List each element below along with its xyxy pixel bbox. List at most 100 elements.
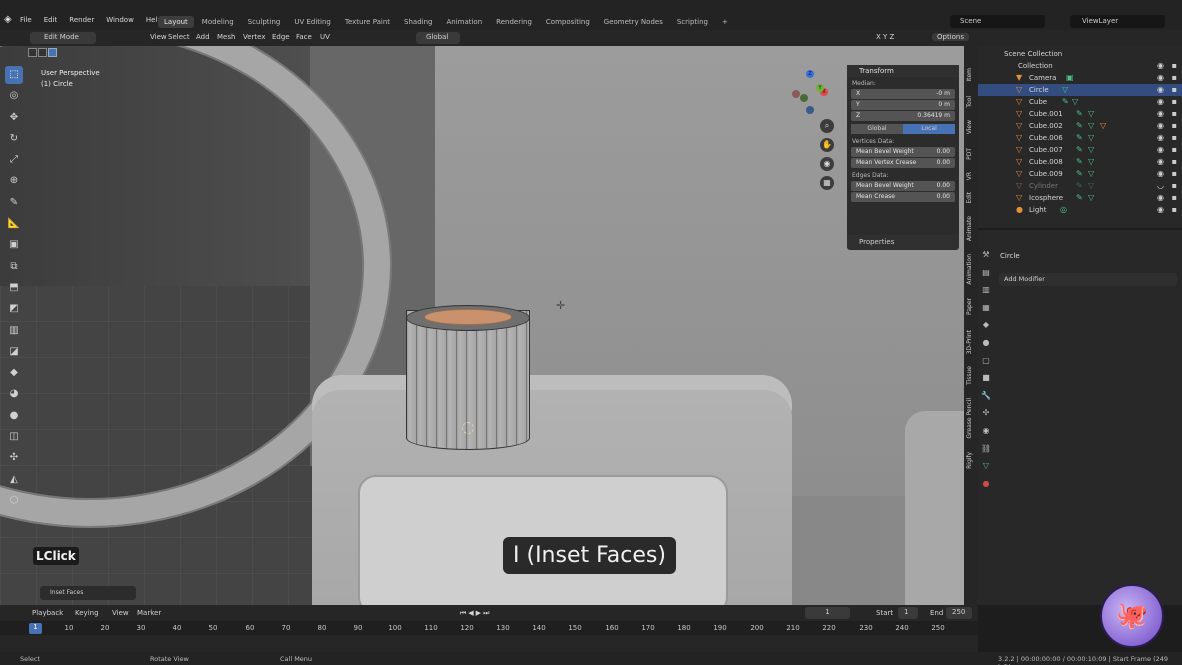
cursor-icon[interactable]: ◎ — [5, 87, 23, 105]
options-button[interactable]: Options — [932, 33, 970, 41]
mesh-data-icon[interactable]: ▽ — [1088, 157, 1094, 166]
playback-controls-icon[interactable]: ⏮◀▶⏭ — [460, 609, 491, 618]
mesh-data-icon[interactable]: ▽ — [1072, 97, 1078, 106]
median-y-field[interactable]: Y 0 m — [851, 100, 955, 110]
menu-file[interactable]: File — [20, 16, 32, 24]
menu-mesh[interactable]: Mesh — [217, 33, 235, 41]
inset-icon[interactable]: ⬒ — [5, 279, 23, 297]
modifier-icon[interactable]: ✎ — [1076, 169, 1083, 178]
tab-vr[interactable]: VR — [966, 172, 973, 180]
knife-icon[interactable]: ◪ — [5, 343, 23, 361]
particles-props-icon[interactable]: ✣ — [980, 408, 992, 420]
mesh-data-icon[interactable]: ▽ — [1088, 109, 1094, 118]
tab-animation[interactable]: Animation — [966, 254, 973, 285]
vertex-select-icon[interactable] — [28, 48, 37, 57]
tab-grease-pencil[interactable]: Grease Pencil — [966, 398, 973, 439]
modifier-icon[interactable]: ✎ — [1076, 109, 1083, 118]
median-x-field[interactable]: X -0 m — [851, 89, 955, 99]
physics-props-icon[interactable]: ◉ — [980, 426, 992, 438]
data-props-icon[interactable]: ▽ — [980, 461, 992, 473]
mesh-data-icon[interactable]: ▽ — [1062, 85, 1068, 94]
poly-build-icon[interactable]: ◆ — [5, 364, 23, 382]
tab-3d-print[interactable]: 3D-Print — [966, 330, 973, 354]
blender-logo-icon[interactable]: ◈ — [4, 14, 16, 26]
eye-icon[interactable]: ◉ — [1157, 157, 1164, 166]
tab-rigify[interactable]: Rigify — [966, 452, 973, 469]
eye-icon[interactable]: ◉ — [1157, 97, 1164, 106]
add-modifier-dropdown[interactable]: Add Modifier — [999, 273, 1177, 286]
outliner-item-cube-006[interactable]: ▽ Cube.006 ✎ ▽ ◉ ▪ — [978, 132, 1182, 144]
median-z-field[interactable]: Z 0.36419 m — [851, 111, 955, 121]
tab-uv-editing[interactable]: UV Editing — [288, 16, 337, 28]
outliner-item-cube-009[interactable]: ▽ Cube.009 ✎ ▽ ◉ ▪ — [978, 168, 1182, 180]
camera-icon[interactable]: ▪ — [1172, 97, 1177, 106]
camera-icon[interactable]: ▪ — [1172, 133, 1177, 142]
start-frame-field[interactable]: 1 — [898, 607, 918, 619]
global-button[interactable]: Global — [851, 124, 903, 134]
modifier-icon[interactable]: ✎ — [1062, 97, 1069, 106]
orientation-dropdown[interactable]: Global — [416, 32, 460, 44]
tab-shading[interactable]: Shading — [398, 16, 438, 28]
rip-icon[interactable]: ⬡ — [5, 492, 23, 510]
tab-animation[interactable]: Animation — [440, 16, 488, 28]
tab-edit[interactable]: Edit — [966, 192, 973, 204]
outliner-item-cylinder[interactable]: ▽ Cylinder ✎ ▽ ◡ ▪ — [978, 180, 1182, 192]
eye-icon[interactable]: ◉ — [1157, 109, 1164, 118]
object-props-icon[interactable]: ■ — [980, 373, 992, 385]
menu-vertex[interactable]: Vertex — [243, 33, 266, 41]
eye-icon[interactable]: ◉ — [1157, 85, 1164, 94]
mesh-data-icon[interactable]: ▽ — [1088, 145, 1094, 154]
3d-viewport[interactable]: ✛ — [0, 46, 964, 605]
eye-icon[interactable]: ◉ — [1157, 61, 1164, 70]
menu-view[interactable]: View — [150, 33, 167, 41]
axes-toggle[interactable]: X Y Z — [876, 33, 894, 41]
camera-icon[interactable]: ▪ — [1172, 121, 1177, 130]
material-icon[interactable]: ▽ — [1100, 121, 1106, 130]
outliner-item-cube-007[interactable]: ▽ Cube.007 ✎ ▽ ◉ ▪ — [978, 144, 1182, 156]
constraints-props-icon[interactable]: ⛓ — [980, 444, 992, 456]
mesh-data-icon[interactable]: ▽ — [1088, 181, 1094, 190]
outliner-item-cube-008[interactable]: ▽ Cube.008 ✎ ▽ ◉ ▪ — [978, 156, 1182, 168]
eye-closed-icon[interactable]: ◡ — [1157, 181, 1164, 190]
operator-redo-panel[interactable]: Inset Faces — [40, 586, 136, 600]
ortho-toggle-icon[interactable]: ▦ — [820, 176, 834, 190]
timeline-body[interactable] — [0, 635, 978, 652]
tab-texture-paint[interactable]: Texture Paint — [339, 16, 396, 28]
menu-playback[interactable]: Playback — [32, 609, 63, 617]
playhead-frame-indicator[interactable]: 1 — [29, 623, 42, 634]
camera-view-icon[interactable]: ◉ — [820, 157, 834, 171]
scene-props-icon[interactable]: ◆ — [980, 320, 992, 332]
tab-modeling[interactable]: Modeling — [196, 16, 240, 28]
light-data-icon[interactable]: ◎ — [1060, 205, 1067, 214]
camera-icon[interactable]: ▪ — [1172, 61, 1177, 70]
menu-timeline-view[interactable]: View — [112, 609, 129, 617]
render-props-icon[interactable]: ▤ — [980, 268, 992, 280]
properties-subpanel[interactable]: Properties — [847, 235, 959, 249]
camera-icon[interactable]: ▪ — [1172, 205, 1177, 214]
face-select-icon[interactable] — [48, 48, 57, 57]
navigation-gizmo[interactable]: Z X Y — [788, 68, 834, 114]
spin-icon[interactable]: ◕ — [5, 385, 23, 403]
rotate-icon[interactable]: ↻ — [5, 130, 23, 148]
modifier-icon[interactable]: ✎ — [1076, 181, 1083, 190]
neg-y-axis-icon[interactable] — [800, 94, 808, 102]
transform-icon[interactable]: ⊕ — [5, 172, 23, 190]
camera-data-icon[interactable]: ▣ — [1066, 73, 1074, 82]
camera-icon[interactable]: ▪ — [1172, 145, 1177, 154]
camera-icon[interactable]: ▪ — [1172, 85, 1177, 94]
menu-render[interactable]: Render — [69, 16, 94, 24]
y-axis-icon[interactable]: Y — [816, 84, 824, 92]
outliner-collection[interactable]: Collection ◉ ▪ — [978, 60, 1182, 72]
tab-geometry-nodes[interactable]: Geometry Nodes — [598, 16, 669, 28]
outliner-item-light[interactable]: ● Light ◎ ◉ ▪ — [978, 204, 1182, 216]
modifier-icon[interactable]: ✎ — [1076, 193, 1083, 202]
menu-uv[interactable]: UV — [320, 33, 330, 41]
camera-icon[interactable]: ▪ — [1172, 157, 1177, 166]
modifier-icon[interactable]: ✎ — [1076, 133, 1083, 142]
outliner-scene-collection[interactable]: Scene Collection — [978, 48, 1182, 60]
measure-icon[interactable]: 📐 — [5, 215, 23, 233]
modifier-icon[interactable]: ✎ — [1076, 157, 1083, 166]
selected-face[interactable] — [424, 309, 512, 325]
smooth-icon[interactable]: ● — [5, 407, 23, 425]
menu-face[interactable]: Face — [296, 33, 312, 41]
